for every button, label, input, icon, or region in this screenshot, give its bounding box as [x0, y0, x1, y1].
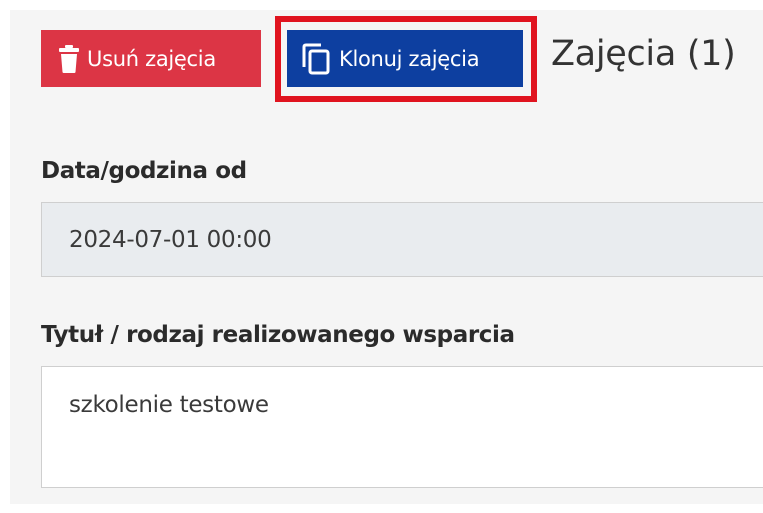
clone-session-button[interactable]: Klonuj zajęcia: [287, 30, 523, 87]
trash-icon: [59, 44, 79, 73]
date-from-value: 2024-07-01 00:00: [69, 226, 272, 253]
support-title-value: szkolenie testowe: [69, 392, 269, 418]
support-title-field[interactable]: szkolenie testowe: [41, 366, 763, 488]
delete-session-label: Usuń zajęcia: [87, 46, 216, 71]
copy-icon: [301, 43, 331, 75]
date-from-label: Data/godzina od: [41, 158, 247, 184]
date-from-field[interactable]: 2024-07-01 00:00: [41, 202, 763, 277]
delete-session-button[interactable]: Usuń zajęcia: [41, 30, 261, 87]
clone-session-label: Klonuj zajęcia: [339, 46, 480, 71]
sessions-heading: Zajęcia (1): [551, 34, 736, 74]
support-title-label: Tytuł / rodzaj realizowanego wsparcia: [41, 322, 515, 348]
